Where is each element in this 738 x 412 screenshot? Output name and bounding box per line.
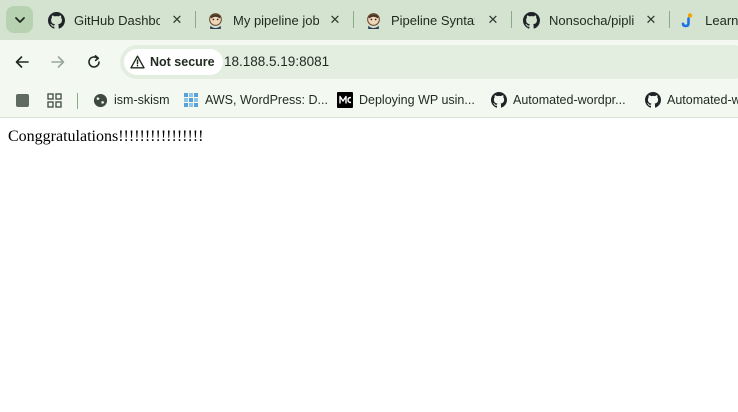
tab-my-pipeline-job[interactable]: My pipeline job ✕ bbox=[206, 7, 346, 33]
bookmark-square-app[interactable] bbox=[14, 91, 30, 109]
reload-button[interactable] bbox=[81, 49, 107, 75]
tab-pipeline-syntax[interactable]: Pipeline Syntax ✕ bbox=[364, 7, 504, 33]
tab-nonsocha-pipline[interactable]: Nonsocha/pipline ✕ bbox=[522, 7, 662, 33]
arrow-left-icon bbox=[15, 56, 29, 68]
bookmark-ism-skism[interactable]: ism-skism bbox=[92, 91, 170, 109]
learning-icon bbox=[680, 11, 696, 29]
tab-title: My pipeline job bbox=[233, 12, 319, 28]
security-label: Not secure bbox=[150, 55, 215, 69]
url-text[interactable]: 18.188.5.19:8081 bbox=[224, 54, 329, 69]
apps-grid-icon bbox=[46, 92, 62, 108]
address-bar[interactable]: Not secure 18.188.5.19:8081 bbox=[120, 45, 738, 79]
globe-icon bbox=[92, 92, 108, 108]
jenkins-icon bbox=[206, 11, 224, 29]
bookmark-label: Deploying WP usin... bbox=[359, 93, 475, 107]
back-button[interactable] bbox=[9, 49, 35, 75]
close-icon[interactable]: ✕ bbox=[327, 12, 343, 28]
tab-separator bbox=[195, 11, 196, 28]
site-info-button[interactable]: Not secure bbox=[124, 49, 223, 75]
aws-icon bbox=[183, 92, 199, 108]
bookmark-label: Automated-w bbox=[667, 93, 738, 107]
github-icon bbox=[491, 92, 507, 108]
bookmark-label: ism-skism bbox=[114, 93, 170, 107]
bookmark-automated-wordpress[interactable]: Automated-wordpr... bbox=[491, 91, 626, 109]
forward-button[interactable] bbox=[45, 49, 71, 75]
bookmark-label: AWS, WordPress: D... bbox=[205, 93, 328, 107]
bookmark-label: Automated-wordpr... bbox=[513, 93, 626, 107]
bookmark-aws-wordpress[interactable]: AWS, WordPress: D... bbox=[183, 91, 328, 109]
close-icon[interactable]: ✕ bbox=[169, 12, 185, 28]
medium-icon bbox=[337, 92, 353, 108]
jenkins-icon bbox=[364, 11, 382, 29]
tab-title: GitHub Dashboard bbox=[74, 12, 160, 28]
tab-search-button[interactable] bbox=[6, 6, 33, 33]
chevron-down-icon bbox=[14, 16, 25, 23]
tab-learning[interactable]: Learni bbox=[680, 7, 738, 33]
congratulations-message: Conggratulations!!!!!!!!!!!!!!!! bbox=[8, 128, 204, 145]
bookmarks-bar: ism-skism AWS, WordPress: D... Deploying… bbox=[0, 84, 738, 118]
tab-title: Pipeline Syntax bbox=[391, 12, 475, 28]
close-icon[interactable]: ✕ bbox=[485, 12, 501, 28]
bookmark-deploying-wp[interactable]: Deploying WP usin... bbox=[337, 91, 475, 109]
tab-title: Learni bbox=[705, 12, 738, 28]
square-icon bbox=[14, 92, 30, 108]
bookmark-automated-w[interactable]: Automated-w bbox=[645, 91, 738, 109]
github-icon bbox=[47, 11, 65, 29]
toolbar: Not secure 18.188.5.19:8081 bbox=[0, 40, 738, 84]
reload-icon bbox=[88, 55, 100, 68]
arrow-right-icon bbox=[51, 56, 65, 68]
tab-separator bbox=[511, 11, 512, 28]
tab-separator bbox=[353, 11, 354, 28]
tab-strip: GitHub Dashboard ✕ My pipeline job ✕ P bbox=[0, 0, 738, 40]
tab-separator bbox=[669, 11, 670, 28]
bookmark-separator bbox=[77, 93, 78, 109]
github-icon bbox=[522, 11, 540, 29]
tab-github-dashboard[interactable]: GitHub Dashboard ✕ bbox=[47, 7, 187, 33]
page-content: Conggratulations!!!!!!!!!!!!!!!! bbox=[0, 118, 738, 412]
github-icon bbox=[645, 92, 661, 108]
tab-title: Nonsocha/pipline bbox=[549, 12, 635, 28]
apps-button[interactable] bbox=[46, 91, 62, 109]
warning-icon bbox=[130, 55, 145, 69]
close-icon[interactable]: ✕ bbox=[643, 12, 659, 28]
